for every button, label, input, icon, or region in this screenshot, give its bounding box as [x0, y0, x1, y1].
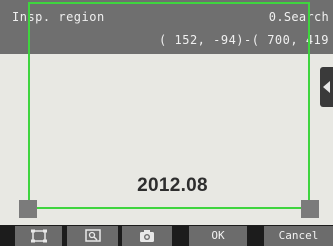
cancel-button[interactable]: Cancel	[264, 226, 333, 246]
inspection-region-frame[interactable]	[28, 2, 310, 209]
zoom-button[interactable]	[67, 226, 118, 246]
region-select-icon	[30, 229, 47, 243]
camera-icon	[140, 230, 154, 242]
region-handle-bottom-right[interactable]	[301, 200, 319, 218]
inspection-region-screen: 2012.08 Insp. region 0.Search ( 152, -94…	[0, 0, 333, 246]
ok-button[interactable]: OK	[189, 226, 247, 246]
region-handle-bottom-left[interactable]	[19, 200, 37, 218]
zoom-icon	[84, 229, 101, 242]
expand-panel-arrow-icon[interactable]	[320, 67, 333, 107]
camera-button[interactable]	[122, 226, 172, 246]
region-select-button[interactable]	[15, 226, 62, 246]
